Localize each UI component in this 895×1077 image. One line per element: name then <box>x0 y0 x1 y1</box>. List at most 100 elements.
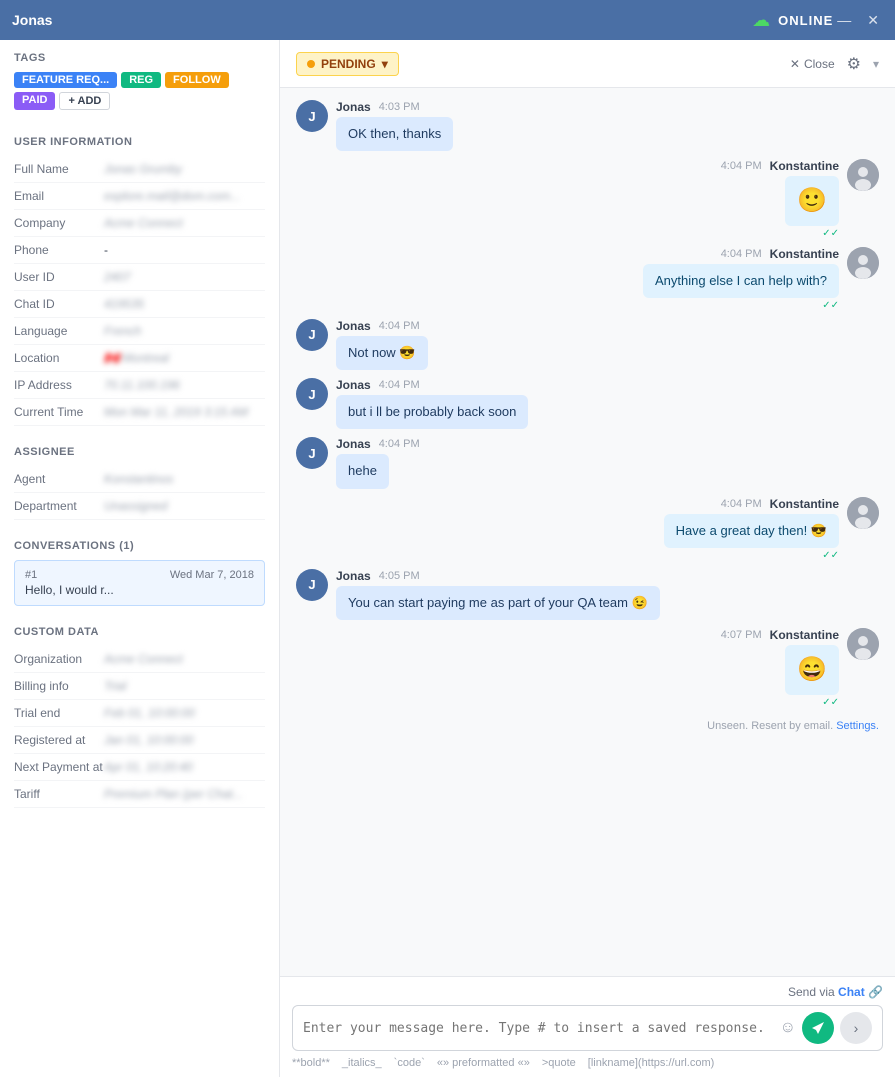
send-via-label: Send via <box>788 985 835 999</box>
toolbar-row: **bold** _italics_ `code` «» preformatte… <box>292 1051 883 1069</box>
msg-sender: Jonas <box>336 378 371 392</box>
msg-sender: Konstantine <box>770 159 839 173</box>
message-input-row: ☺ › <box>292 1005 883 1051</box>
toolbar-code[interactable]: `code` <box>394 1057 425 1069</box>
field-nextpayment: Next Payment at Apr 01, 10:20:40 <box>14 754 265 781</box>
message-row: J Jonas 4:04 PM but i ll be probably bac… <box>296 378 879 429</box>
settings-link[interactable]: Settings. <box>836 720 879 732</box>
message-row: J Jonas 4:03 PM OK then, thanks <box>296 100 879 151</box>
message-bubble: You can start paying me as part of your … <box>336 586 660 620</box>
conv-header: #1 Wed Mar 7, 2018 <box>25 569 254 581</box>
avatar <box>847 628 879 660</box>
add-tag-button[interactable]: + ADD <box>59 92 110 110</box>
input-actions: ☺ › <box>780 1012 872 1044</box>
tag-reg[interactable]: REG <box>121 72 161 88</box>
message-block: Konstantine 4:04 PM Have a great day the… <box>664 497 839 561</box>
avatar <box>847 159 879 191</box>
field-company: Company Acme Connect <box>14 210 265 237</box>
settings-button[interactable]: ⚙ <box>847 54 861 74</box>
toolbar-quote[interactable]: >quote <box>542 1057 576 1069</box>
message-block: Jonas 4:03 PM OK then, thanks <box>336 100 453 151</box>
send-button[interactable] <box>802 1012 834 1044</box>
toolbar-bold[interactable]: **bold** <box>292 1057 330 1069</box>
msg-sender: Jonas <box>336 569 371 583</box>
toolbar-preformatted[interactable]: «» preformatted «» <box>437 1057 530 1069</box>
emoji-button[interactable]: ☺ <box>780 1019 796 1037</box>
field-tariff: Tariff Premium Plan (per Chat... <box>14 781 265 808</box>
value-fullname: Jonas Grumby <box>104 162 265 176</box>
msg-meta: Jonas 4:04 PM <box>336 319 420 333</box>
message-input[interactable] <box>303 1021 772 1036</box>
send-options-button[interactable]: › <box>840 1012 872 1044</box>
cloud-icon: ☁ <box>752 10 770 31</box>
value-department: Unassigned <box>104 499 265 513</box>
msg-meta: Jonas 4:05 PM <box>336 569 420 583</box>
label-trialend: Trial end <box>14 706 104 720</box>
avatar <box>847 247 879 279</box>
value-userid: 2407 <box>104 270 265 284</box>
msg-ticks: ✓✓ <box>822 228 839 239</box>
value-ip: 70.11.100.196 <box>104 378 265 392</box>
msg-time: 4:03 PM <box>379 101 420 113</box>
label-registered: Registered at <box>14 733 104 747</box>
conv-date: Wed Mar 7, 2018 <box>170 569 254 581</box>
toolbar-link[interactable]: [linkname](https://url.com) <box>588 1057 715 1069</box>
message-bubble: 😄 <box>785 645 839 695</box>
tag-feature-req[interactable]: FEATURE REQ... <box>14 72 117 88</box>
label-currenttime: Current Time <box>14 405 104 419</box>
minimize-button[interactable]: — <box>833 10 855 31</box>
field-currenttime: Current Time Mon Mar 11, 2019 3:15 AM <box>14 399 265 426</box>
msg-ticks: ✓✓ <box>822 300 839 311</box>
value-registered: Jan 01, 10:00:00 <box>104 733 265 747</box>
msg-meta: Konstantine 4:07 PM <box>721 628 839 642</box>
label-fullname: Full Name <box>14 162 104 176</box>
close-chat-button[interactable]: ✕ Close <box>790 57 835 71</box>
tag-follow[interactable]: FOLLOW <box>165 72 229 88</box>
window-controls: — ✕ <box>833 10 883 31</box>
send-icon: 🔗 <box>868 985 883 999</box>
conversations-title: CONVERSATIONS (1) <box>14 540 265 552</box>
message-row: J Jonas 4:05 PM You can start paying me … <box>296 569 879 620</box>
send-via: Send via Chat 🔗 <box>292 985 883 999</box>
message-block: Jonas 4:05 PM You can start paying me as… <box>336 569 660 620</box>
conversation-item[interactable]: #1 Wed Mar 7, 2018 Hello, I would r... <box>14 560 265 606</box>
close-window-button[interactable]: ✕ <box>863 10 883 31</box>
tag-paid[interactable]: PAID <box>14 92 55 110</box>
label-email: Email <box>14 189 104 203</box>
msg-time: 4:04 PM <box>721 498 762 510</box>
message-bubble: 🙂 <box>785 176 839 226</box>
msg-time: 4:04 PM <box>379 379 420 391</box>
user-info-section: USER INFORMATION Full Name Jonas Grumby … <box>0 124 279 434</box>
message-bubble: but i ll be probably back soon <box>336 395 528 429</box>
value-phone: - <box>104 243 265 257</box>
label-chatid: Chat ID <box>14 297 104 311</box>
msg-meta: Konstantine 4:04 PM <box>721 497 839 511</box>
send-via-channel[interactable]: Chat <box>838 985 865 999</box>
pending-badge[interactable]: PENDING ▾ <box>296 52 399 76</box>
assignee-section: ASSIGNEE Agent Konstantinos Department U… <box>0 434 279 528</box>
field-chatid: Chat ID 419535 <box>14 291 265 318</box>
avatar: J <box>296 319 328 351</box>
label-billing: Billing info <box>14 679 104 693</box>
msg-sender: Konstantine <box>770 247 839 261</box>
main-layout: TAGS FEATURE REQ... REG FOLLOW PAID + AD… <box>0 40 895 1077</box>
msg-sender: Konstantine <box>770 628 839 642</box>
value-language: French <box>104 324 265 338</box>
assignee-title: ASSIGNEE <box>14 446 265 458</box>
value-organization: Acme Connect <box>104 652 265 666</box>
title-bar: Jonas ☁ ONLINE — ✕ <box>0 0 895 40</box>
message-block: Jonas 4:04 PM but i ll be probably back … <box>336 378 528 429</box>
messages-container: J Jonas 4:03 PM OK then, thanks Konstant… <box>280 88 895 976</box>
message-row: J Jonas 4:04 PM hehe <box>296 437 879 488</box>
toolbar-italic[interactable]: _italics_ <box>342 1057 382 1069</box>
close-x-icon: ✕ <box>790 57 800 71</box>
value-email: explore.mail@dom.com... <box>104 189 265 203</box>
value-tariff: Premium Plan (per Chat... <box>104 787 265 801</box>
value-company: Acme Connect <box>104 216 265 230</box>
message-block: Konstantine 4:04 PM Anything else I can … <box>643 247 839 311</box>
field-agent: Agent Konstantinos <box>14 466 265 493</box>
conv-preview: Hello, I would r... <box>25 583 254 597</box>
msg-time: 4:04 PM <box>379 320 420 332</box>
unseen-note: Unseen. Resent by email. Settings. <box>296 716 879 736</box>
msg-meta: Jonas 4:04 PM <box>336 378 420 392</box>
